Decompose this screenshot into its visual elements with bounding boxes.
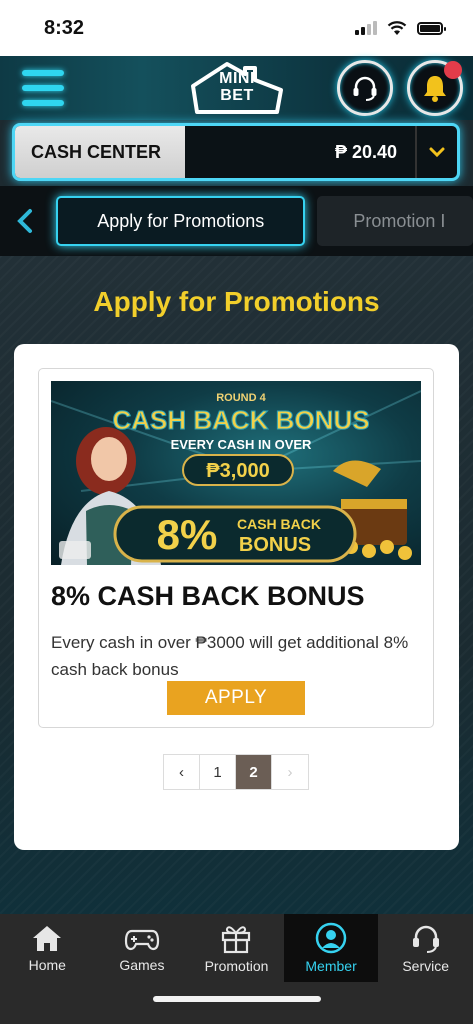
- nav-games-label: Games: [119, 957, 165, 973]
- banner-artwork: ROUND 4 CASH BACK BONUS EVERY CASH IN OV…: [51, 390, 421, 565]
- notification-dot: [444, 61, 462, 79]
- gift-icon: [222, 926, 251, 954]
- bottom-navigation: Home Games Promotion Member Service: [0, 914, 473, 982]
- page-1-button[interactable]: 1: [200, 755, 236, 789]
- menu-icon[interactable]: [22, 70, 64, 106]
- home-indicator[interactable]: [153, 996, 321, 1002]
- balance-amount: ₱ 20.40: [334, 141, 397, 162]
- logo-text: MINI BET: [219, 70, 255, 104]
- chevron-left-icon: [17, 209, 33, 233]
- wifi-icon: [387, 20, 407, 35]
- banner-amount: ₱3,000: [206, 460, 269, 482]
- promotions-card: ROUND 4 CASH BACK BONUS EVERY CASH IN OV…: [14, 344, 459, 850]
- tabs-back-button[interactable]: [0, 208, 50, 234]
- main-content: Apply for Promotions ROUND 4 CASH BACK B…: [0, 256, 473, 914]
- nav-promotion-label: Promotion: [204, 958, 269, 974]
- promotion-item: ROUND 4 CASH BACK BONUS EVERY CASH IN OV…: [38, 368, 434, 728]
- signal-icon: [355, 21, 377, 35]
- chevron-down-icon: [429, 147, 445, 158]
- cash-center-label: CASH CENTER: [15, 126, 185, 178]
- banner-headline: CASH BACK BONUS: [112, 405, 369, 435]
- cash-center-bar[interactable]: CASH CENTER ₱ 20.40: [12, 123, 460, 181]
- nav-service-label: Service: [402, 958, 450, 974]
- promotion-description: Every cash in over ₱3000 will get additi…: [51, 633, 409, 679]
- prev-page-button[interactable]: ‹: [164, 755, 200, 789]
- headset-icon: [353, 76, 377, 101]
- status-bar: 8:32: [0, 0, 473, 56]
- banner-round-text: ROUND 4: [216, 392, 266, 404]
- home-icon: [33, 926, 62, 951]
- headset-icon: [412, 925, 439, 953]
- page-title: Apply for Promotions: [93, 286, 380, 317]
- minibet-logo[interactable]: MINI BET: [187, 60, 287, 116]
- cash-center-dropdown[interactable]: [415, 126, 457, 178]
- pagination: ‹ 1 2 ›: [163, 754, 309, 790]
- app-header: MINI BET: [0, 56, 473, 120]
- nav-member-label: Member: [305, 958, 357, 974]
- banner-percent: 8%: [157, 511, 218, 558]
- banner-badge-line2: BONUS: [239, 534, 311, 556]
- nav-service[interactable]: Service: [378, 914, 473, 982]
- tab-promotion-history[interactable]: Promotion I: [317, 196, 473, 246]
- home-indicator-area: [0, 982, 473, 1024]
- battery-icon: [417, 21, 446, 35]
- tab-apply-for-promotions[interactable]: Apply for Promotions: [56, 196, 306, 246]
- promotion-title: 8% CASH BACK BONUS: [51, 581, 365, 611]
- banner-badge-line1: CASH BACK: [237, 516, 321, 532]
- nav-member[interactable]: Member: [283, 914, 379, 982]
- bell-icon: [424, 76, 446, 102]
- apply-button[interactable]: APPLY: [167, 681, 305, 715]
- support-button[interactable]: [337, 60, 393, 116]
- promotion-tabs: Apply for Promotions Promotion I: [0, 186, 473, 256]
- promotion-banner[interactable]: ROUND 4 CASH BACK BONUS EVERY CASH IN OV…: [51, 381, 421, 565]
- status-icons: [355, 20, 446, 36]
- nav-games[interactable]: Games: [95, 914, 190, 982]
- member-icon: [315, 922, 347, 954]
- nav-home-label: Home: [28, 957, 66, 973]
- gamepad-icon: [124, 929, 159, 951]
- next-page-button[interactable]: ›: [272, 755, 308, 789]
- status-time: 8:32: [44, 16, 85, 39]
- nav-promotion[interactable]: Promotion: [189, 914, 284, 982]
- banner-subtext: EVERY CASH IN OVER: [171, 437, 312, 452]
- page-2-button[interactable]: 2: [236, 755, 272, 789]
- notification-button[interactable]: [407, 60, 463, 116]
- nav-home[interactable]: Home: [0, 914, 95, 982]
